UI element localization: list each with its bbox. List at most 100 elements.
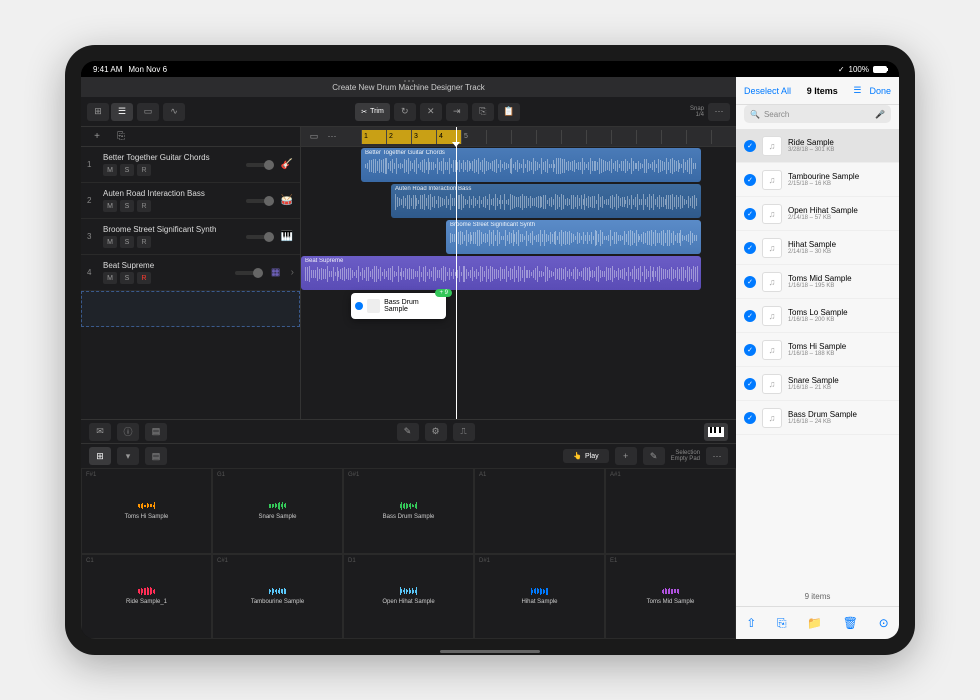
drum-pad[interactable]: G1 Snare Sample <box>212 468 343 554</box>
track-header[interactable]: 2 Auten Road Interaction Bass M S R 🥁 <box>81 183 300 219</box>
solo-button[interactable]: S <box>120 236 134 248</box>
trim-button[interactable]: ✂ Trim <box>355 103 390 121</box>
track-header[interactable]: 3 Broome Street Significant Synth M S R … <box>81 219 300 255</box>
ruler-bar[interactable] <box>486 130 511 144</box>
file-item[interactable]: ✓ ♫ Hihat Sample 2/14/18 – 30 KB <box>736 231 899 265</box>
ruler-bar[interactable] <box>586 130 611 144</box>
checkbox-icon[interactable]: ✓ <box>744 378 756 390</box>
automation-button[interactable]: ∿ <box>163 103 185 121</box>
record-button[interactable]: R <box>137 200 151 212</box>
loop-browser-button[interactable]: ⎘ <box>113 130 129 144</box>
info-icon[interactable]: ⓘ <box>117 423 139 441</box>
ruler-bar[interactable]: 5 <box>461 130 486 144</box>
done-button[interactable]: Done <box>869 86 891 96</box>
ruler-bar[interactable]: 2 <box>386 130 411 144</box>
ruler-bar[interactable] <box>561 130 586 144</box>
instrument-icon[interactable]: 🥁 <box>280 194 294 208</box>
play-button[interactable]: 👆 Play <box>563 449 608 463</box>
solo-button[interactable]: S <box>120 200 134 212</box>
pad-edit-button[interactable]: ✎ <box>643 447 665 465</box>
volume-slider[interactable] <box>246 235 274 239</box>
checkbox-icon[interactable]: ✓ <box>744 344 756 356</box>
search-input[interactable]: 🔍 Search 🎤 <box>744 105 891 123</box>
instrument-icon[interactable]: 🎹 <box>280 230 294 244</box>
audio-region[interactable]: Better Together Guitar Chords <box>361 148 701 182</box>
inbox-icon[interactable]: ✉ <box>89 423 111 441</box>
ruler-bar[interactable] <box>636 130 661 144</box>
file-item[interactable]: ✓ ♫ Tambourine Sample 2/15/18 – 16 KB <box>736 163 899 197</box>
file-item[interactable]: ✓ ♫ Open Hihat Sample 2/14/18 – 57 KB <box>736 197 899 231</box>
solo-button[interactable]: S <box>120 164 134 176</box>
drum-pad[interactable]: F#1 Toms Hi Sample <box>81 468 212 554</box>
drum-pad[interactable]: C#1 Tambourine Sample <box>212 554 343 640</box>
ruler-bar[interactable] <box>686 130 711 144</box>
loop-button[interactable]: ↻ <box>394 103 416 121</box>
ruler[interactable]: ▭ ⋯ 12345 <box>301 127 736 147</box>
pad-more-button[interactable]: ⋯ <box>706 447 728 465</box>
checkbox-icon[interactable]: ✓ <box>744 310 756 322</box>
add-track-button[interactable]: + <box>89 130 105 144</box>
mic-icon[interactable]: 🎤 <box>875 110 885 119</box>
marker-button[interactable]: ▭ <box>307 128 321 146</box>
drum-pad[interactable]: D#1 Hihat Sample <box>474 554 605 640</box>
file-item[interactable]: ✓ ♫ Toms Hi Sample 1/16/18 – 188 KB <box>736 333 899 367</box>
playhead[interactable] <box>456 127 457 419</box>
list-view-button[interactable]: ☰ <box>111 103 133 121</box>
volume-slider[interactable] <box>235 271 263 275</box>
solo-button[interactable]: S <box>120 272 134 284</box>
drum-pad[interactable]: G#1 Bass Drum Sample <box>343 468 474 554</box>
ruler-bar[interactable] <box>711 130 736 144</box>
file-item[interactable]: ✓ ♫ Snare Sample 1/16/18 – 21 KB <box>736 367 899 401</box>
file-item[interactable]: ✓ ♫ Toms Lo Sample 1/16/18 – 200 KB <box>736 299 899 333</box>
instrument-icon[interactable]: 🎸 <box>280 158 294 172</box>
ruler-bar[interactable] <box>536 130 561 144</box>
timeline[interactable]: ▭ ⋯ 12345 Better Together Guitar Chords … <box>301 127 736 419</box>
mixer-icon[interactable]: ⎍ <box>453 423 475 441</box>
record-button[interactable]: R <box>137 236 151 248</box>
drum-pad[interactable]: C1 Ride Sample_1 <box>81 554 212 640</box>
copy-button[interactable]: ⎘ <box>472 103 494 121</box>
audio-region[interactable]: Beat Supreme <box>301 256 701 290</box>
drum-pad[interactable]: A1 <box>474 468 605 554</box>
file-item[interactable]: ✓ ♫ Ride Sample 3/28/18 – 301 KB <box>736 129 899 163</box>
audio-region[interactable]: Broome Street Significant Synth <box>446 220 701 254</box>
file-item[interactable]: ✓ ♫ Toms Mid Sample 1/16/18 – 195 KB <box>736 265 899 299</box>
more-button[interactable]: ⋯ <box>708 103 730 121</box>
pad-add-button[interactable]: + <box>615 447 637 465</box>
ruler-bar[interactable]: 3 <box>411 130 436 144</box>
cut-button[interactable]: ✕ <box>420 103 442 121</box>
drum-pad[interactable]: E1 Toms Mid Sample <box>605 554 736 640</box>
ruler-bar[interactable] <box>611 130 636 144</box>
mute-button[interactable]: M <box>103 200 117 212</box>
checkbox-icon[interactable]: ✓ <box>744 412 756 424</box>
audio-region[interactable]: Auten Road Interaction Bass <box>391 184 701 218</box>
join-button[interactable]: ⇥ <box>446 103 468 121</box>
checkbox-icon[interactable]: ✓ <box>744 276 756 288</box>
paste-button[interactable]: 📋 <box>498 103 520 121</box>
ruler-bar[interactable] <box>661 130 686 144</box>
drum-pad[interactable]: D1 Open Hihat Sample <box>343 554 474 640</box>
mute-button[interactable]: M <box>103 272 117 284</box>
record-button[interactable]: R <box>137 164 151 176</box>
instrument-icon[interactable]: ▦ <box>269 266 283 280</box>
mute-button[interactable]: M <box>103 164 117 176</box>
share-button[interactable]: ⇧ <box>746 616 756 630</box>
ruler-bar[interactable] <box>511 130 536 144</box>
snap-display[interactable]: Snap 1/4 <box>690 106 704 118</box>
more-actions-button[interactable]: ⊙ <box>879 616 889 630</box>
deselect-all-button[interactable]: Deselect All <box>744 86 791 96</box>
drum-pad[interactable]: A#1 <box>605 468 736 554</box>
library-icon[interactable]: ▤ <box>145 423 167 441</box>
pad-grid-button[interactable]: ⊞ <box>89 447 111 465</box>
record-button[interactable]: R <box>137 272 151 284</box>
grid-view-button[interactable]: ⊞ <box>87 103 109 121</box>
pad-chevron-button[interactable]: ▾ <box>117 447 139 465</box>
track-header[interactable]: 4 Beat Supreme M S R ▦ › <box>81 255 300 291</box>
checkbox-icon[interactable]: ✓ <box>744 174 756 186</box>
display-button[interactable]: ▭ <box>137 103 159 121</box>
gear-icon[interactable]: ⚙ <box>425 423 447 441</box>
move-button[interactable]: 📁 <box>807 616 822 630</box>
keyboard-button[interactable] <box>704 423 728 441</box>
file-item[interactable]: ✓ ♫ Bass Drum Sample 1/16/18 – 24 KB <box>736 401 899 435</box>
pad-columns-button[interactable]: ▤ <box>145 447 167 465</box>
